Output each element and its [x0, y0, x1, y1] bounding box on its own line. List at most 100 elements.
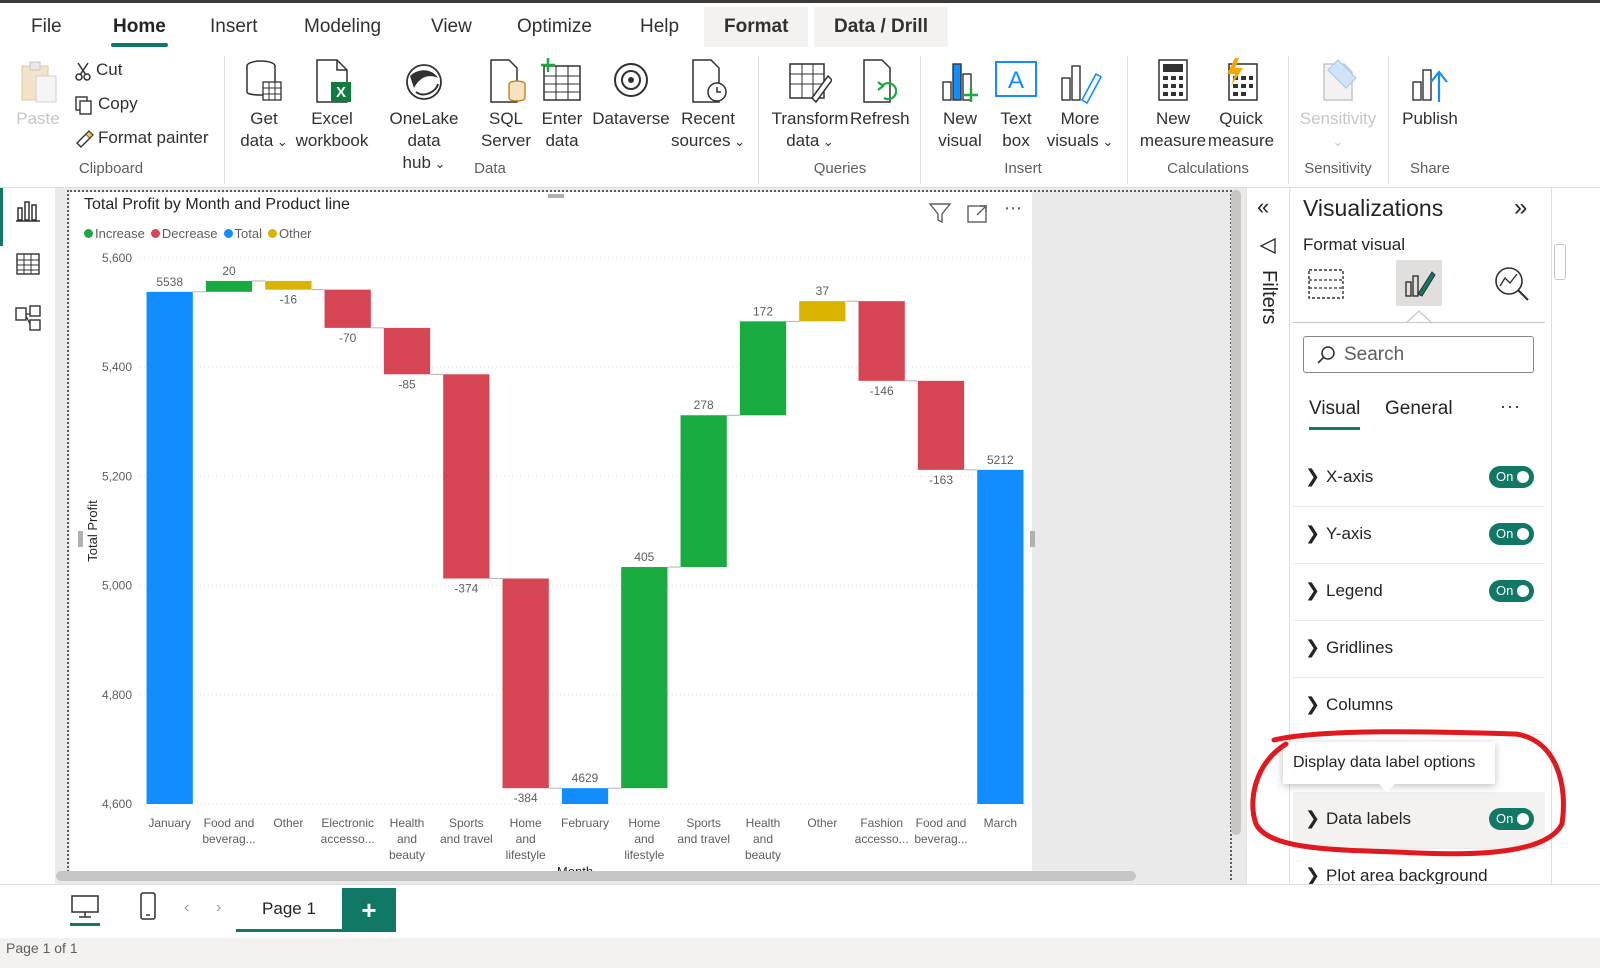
tab-file[interactable]: File [31, 7, 62, 47]
model-view-icon[interactable] [14, 304, 42, 332]
tab-modeling[interactable]: Modeling [304, 7, 381, 47]
horizontal-scrollbar[interactable] [56, 871, 1136, 881]
collapse-pane-icon[interactable]: » [1514, 194, 1527, 222]
y-axis-toggle[interactable]: On [1489, 523, 1534, 545]
data-label: 5212 [987, 453, 1014, 467]
waterfall-visual[interactable]: Total Profit by Month and Product line I… [70, 192, 1032, 872]
tab-format[interactable]: Format [704, 7, 809, 47]
page-tab-1[interactable]: Page 1 [236, 888, 342, 932]
tab-insert[interactable]: Insert [210, 7, 258, 47]
onelake-data-hub-button[interactable]: OneLake data hub [372, 58, 476, 175]
tab-visual[interactable]: Visual [1309, 398, 1361, 430]
section-y-axis[interactable]: ❯ Y-axis On [1293, 507, 1545, 564]
enter-data-button[interactable]: Enter data [536, 58, 588, 152]
calculator-icon [1158, 59, 1188, 101]
section-x-axis[interactable]: ❯ X-axis On [1293, 450, 1545, 507]
cut-button[interactable]: Cut [74, 57, 122, 83]
tab-optimize[interactable]: Optimize [517, 7, 592, 47]
x-tick-label: and [516, 832, 536, 846]
section-legend[interactable]: ❯ Legend On [1293, 564, 1545, 621]
x-tick-label: lifestyle [506, 848, 546, 862]
x-tick-label: Food and [916, 816, 967, 830]
search-input[interactable]: Search [1303, 336, 1534, 373]
expand-filters-icon[interactable]: « [1257, 194, 1269, 220]
get-data-button[interactable]: Get data [236, 58, 292, 153]
ribbon: Paste Cut Copy Format painter Clipboard … [0, 48, 1600, 188]
copy-icon [75, 95, 92, 115]
x-tick-label: Home [628, 816, 660, 830]
x-axis-toggle[interactable]: On [1489, 466, 1534, 488]
menu-bar: File Home Insert Modeling View Optimize … [0, 3, 1600, 48]
paste-label: Paste [16, 109, 60, 128]
section-label: Plot area background [1326, 866, 1488, 885]
quick-measure-button[interactable]: Quick measure [1206, 58, 1276, 152]
queries-group-label: Queries [813, 160, 867, 177]
tab-help[interactable]: Help [640, 7, 679, 47]
table-view-icon[interactable] [14, 250, 42, 278]
x-tick-label: lifestyle [624, 848, 664, 862]
recent-line2: sources [671, 131, 745, 150]
data-label: 4629 [572, 771, 599, 785]
status-bar: Page 1 of 1 [0, 938, 1600, 968]
x-tick-label: Fashion [860, 816, 903, 830]
x-tick-label: and [753, 832, 773, 846]
recent-sources-button[interactable]: Recent sources [670, 58, 746, 153]
x-tick-label: March [984, 816, 1017, 830]
transform-data-button[interactable]: Transform data [770, 58, 850, 153]
section-gridlines[interactable]: ❯ Gridlines [1293, 621, 1545, 678]
desktop-layout-icon[interactable] [70, 893, 100, 921]
pane-handle[interactable] [1554, 244, 1566, 280]
view-switcher [0, 188, 56, 888]
text-box-button[interactable]: A Text box [990, 58, 1042, 152]
format-visual-tab[interactable] [1396, 260, 1442, 306]
tab-data-drill[interactable]: Data / Drill [814, 7, 948, 47]
legend-toggle[interactable]: On [1489, 580, 1534, 602]
visualizations-title: Visualizations [1303, 195, 1444, 221]
tab-view[interactable]: View [431, 7, 472, 47]
format-painter-button[interactable]: Format painter [74, 125, 209, 151]
add-page-button[interactable]: + [342, 888, 396, 932]
new-visual-button[interactable]: New visual [934, 58, 986, 152]
enter-line2: data [545, 131, 579, 150]
bar [561, 788, 609, 804]
text-box-line2: box [1002, 131, 1030, 150]
tab-general[interactable]: General [1385, 398, 1453, 420]
resize-handle-right[interactable] [1030, 531, 1035, 547]
table-add-icon [541, 58, 581, 101]
publish-label: Publish [1402, 109, 1458, 128]
clipboard-group-label: Clipboard [78, 160, 144, 177]
new-visual-line1: New [942, 109, 977, 128]
mobile-layout-icon[interactable] [138, 891, 158, 921]
more-options-icon[interactable]: ··· [1500, 396, 1521, 417]
vertical-scrollbar[interactable] [1231, 190, 1241, 835]
analytics-icon[interactable] [1492, 264, 1532, 304]
copy-button[interactable]: Copy [74, 91, 138, 117]
refresh-button[interactable]: Refresh [850, 58, 910, 130]
chevron-right-icon: ❯ [1305, 466, 1321, 486]
get-data-line1: Get [250, 109, 278, 128]
resize-handle-top[interactable] [548, 194, 564, 198]
chevron-right-icon: ❯ [1305, 637, 1321, 657]
new-measure-button[interactable]: New measure [1138, 58, 1208, 152]
data-label: 37 [816, 284, 830, 298]
excel-workbook-button[interactable]: X Excel workbook [292, 58, 372, 152]
chevron-right-icon: ❯ [1305, 694, 1321, 714]
chevron-right-icon: ❯ [1305, 523, 1321, 543]
more-visuals-button[interactable]: More visuals [1044, 58, 1116, 153]
next-page-icon[interactable]: › [216, 899, 221, 917]
pane-divider [1293, 322, 1545, 323]
filters-label[interactable]: Filters [1257, 270, 1280, 324]
report-view-icon[interactable] [14, 196, 42, 224]
sensitivity-button[interactable]: Sensitivity ⌄ [1296, 58, 1380, 153]
sql-server-button[interactable]: SQL Server [478, 58, 534, 152]
copy-label: Copy [98, 94, 138, 113]
tab-home[interactable]: Home [111, 7, 168, 47]
publish-button[interactable]: Publish [1398, 58, 1462, 130]
paste-button[interactable]: Paste [12, 60, 64, 130]
dataverse-button[interactable]: Dataverse [590, 58, 672, 130]
sensitivity-button-label: Sensitivity [1299, 109, 1377, 128]
build-visual-icon[interactable] [1306, 264, 1346, 304]
resize-handle-left[interactable] [78, 531, 83, 547]
prev-page-icon[interactable]: ‹ [184, 899, 189, 917]
refresh-label: Refresh [850, 109, 910, 128]
